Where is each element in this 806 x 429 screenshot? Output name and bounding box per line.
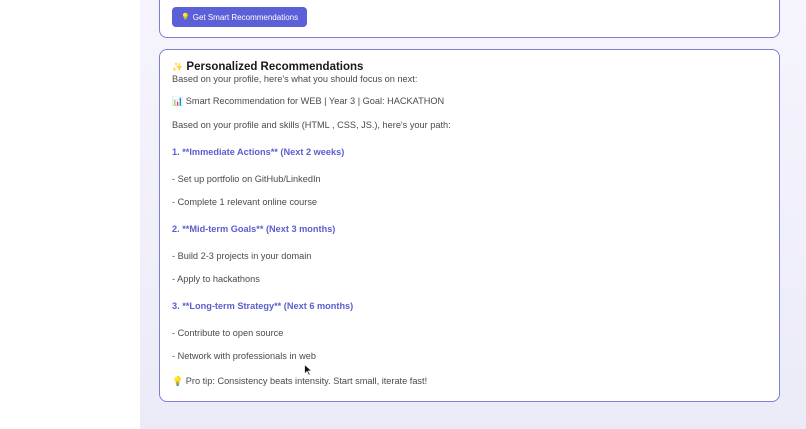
list-item: - Network with professionals in web — [172, 351, 316, 361]
summary-text: Smart Recommendation for WEB | Year 3 | … — [185, 96, 445, 106]
lightbulb-icon: 💡 — [181, 14, 190, 21]
list-item: - Set up portfolio on GitHub/LinkedIn — [172, 174, 321, 184]
section-immediate-actions: 1. **Immediate Actions** (Next 2 weeks) — [172, 147, 345, 157]
button-label: Get Smart Recommendations — [192, 12, 299, 22]
tip-text: Pro tip: Consistency beats intensity. St… — [185, 376, 428, 386]
pro-tip: 💡 Pro tip: Consistency beats intensity. … — [172, 376, 427, 387]
title-text: Personalized Recommendations — [186, 61, 364, 73]
section-long-term-strategy: 3. **Long-term Strategy** (Next 6 months… — [172, 301, 354, 311]
sidebar — [0, 0, 140, 429]
list-item: - Apply to hackathons — [172, 274, 260, 284]
sparkles-icon: ✨ — [172, 62, 184, 72]
list-item: - Complete 1 relevant online course — [172, 197, 318, 207]
section-mid-term-goals: 2. **Mid-term Goals** (Next 3 months) — [172, 224, 336, 234]
get-smart-recommendations-button[interactable]: 💡 Get Smart Recommendations — [172, 7, 308, 27]
lightbulb-icon: 💡 — [172, 376, 184, 386]
list-item: - Contribute to open source — [172, 328, 284, 338]
mouse-cursor-icon — [304, 364, 313, 376]
intro-line: Based on your profile and skills (HTML ,… — [172, 120, 451, 130]
recommendations-title: ✨ Personalized Recommendations — [172, 61, 363, 73]
recommendations-subtitle: Based on your profile, here's what you s… — [172, 74, 418, 84]
list-item: - Build 2-3 projects in your domain — [172, 251, 312, 261]
chart-icon: 📊 — [172, 96, 184, 106]
summary-line: 📊 Smart Recommendation for WEB | Year 3 … — [172, 96, 444, 107]
